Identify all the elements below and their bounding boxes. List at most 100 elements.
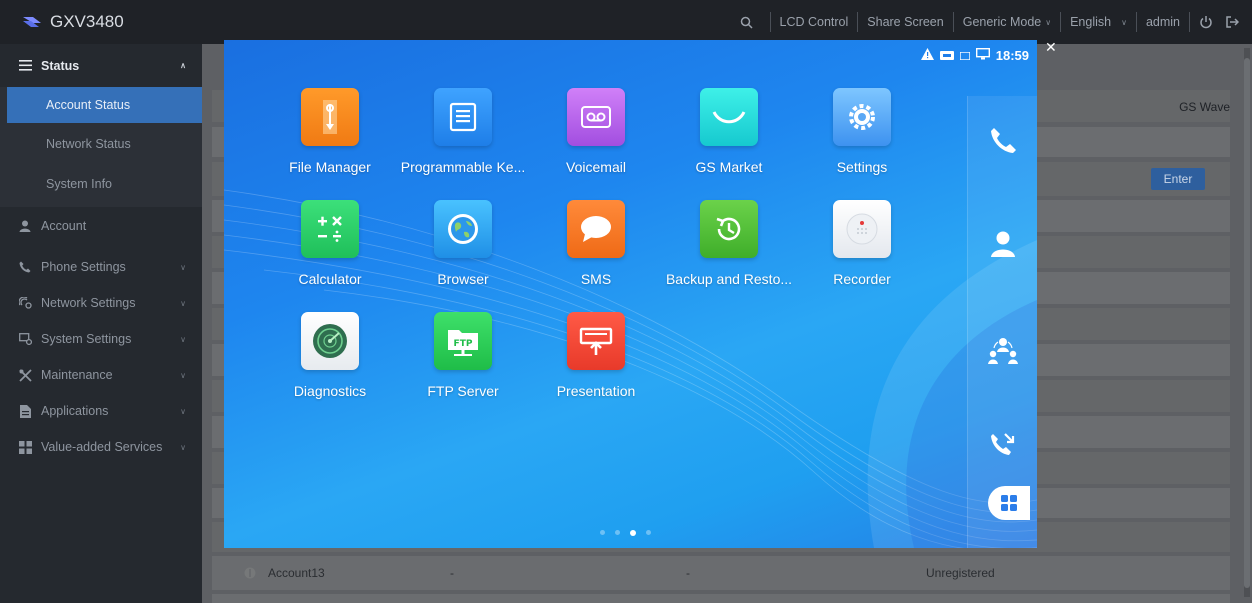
sidebar-item-status[interactable]: Status ∧ (0, 44, 202, 87)
app-recorder[interactable]: Recorder (787, 200, 937, 287)
logout-button[interactable] (1222, 15, 1242, 29)
divider (1189, 12, 1190, 32)
chevron-down-icon: ∨ (180, 262, 186, 272)
sidebar-item-label: Status (41, 58, 80, 73)
sidebar-item-maintenance[interactable]: Maintenance ∨ (0, 357, 202, 393)
page-dot[interactable] (646, 530, 651, 535)
sidebar-item-label: Applications (41, 404, 109, 418)
close-icon[interactable]: ✕ (1045, 40, 1057, 54)
sidebar-item-account-status[interactable]: Account Status (7, 87, 202, 123)
scrollbar-thumb[interactable] (1244, 58, 1250, 588)
system-settings-icon (17, 333, 33, 345)
app-voicemail[interactable]: Voicemail (521, 88, 671, 175)
sidebar: Status ∧ Account Status Network Status S… (0, 44, 202, 603)
monitor-icon (975, 47, 990, 63)
user-menu[interactable]: admin (1143, 15, 1183, 29)
enter-button[interactable]: Enter (1151, 168, 1205, 190)
sidebar-item-label: Phone Settings (41, 260, 126, 274)
app-programmable-keys[interactable]: Programmable Ke... (388, 88, 538, 175)
contacts-icon (991, 231, 1015, 257)
app-calculator[interactable]: Calculator (255, 200, 405, 287)
services-icon (17, 440, 33, 454)
app-name: GS Market (695, 159, 763, 175)
dock-contacts-button[interactable] (968, 230, 1037, 258)
sidebar-item-value-added-services[interactable]: Value-added Services ∨ (0, 429, 202, 465)
chevron-down-icon: ∨ (180, 334, 186, 344)
table-row (212, 594, 1230, 603)
account-status: Unregistered (926, 566, 995, 580)
app-settings[interactable]: Settings (787, 88, 937, 175)
presentation-icon (567, 312, 625, 370)
display-icon (959, 48, 971, 63)
chevron-up-icon: ∧ (180, 61, 186, 70)
lcd-control-link[interactable]: LCD Control (777, 15, 852, 29)
search-button[interactable] (737, 16, 756, 29)
app-ftp-server[interactable]: FTP FTP Server (388, 312, 538, 399)
sidebar-item-applications[interactable]: Applications ∨ (0, 393, 202, 429)
phone-call-icon (991, 128, 1016, 153)
page-indicator (600, 530, 651, 536)
page-dot[interactable] (600, 530, 605, 535)
ftp-badge-text: FTP (454, 339, 473, 349)
app-diagnostics[interactable]: Diagnostics (255, 312, 405, 399)
chevron-down-icon: ∨ (1045, 17, 1052, 27)
app-name: Backup and Resto... (665, 271, 793, 287)
app-drawer-button[interactable] (988, 486, 1030, 520)
app-name: Calculator (298, 271, 362, 287)
page-dot[interactable] (615, 530, 620, 535)
sidebar-item-label: System Settings (41, 332, 132, 346)
mode-dropdown[interactable]: Generic Mode ∨ (960, 15, 1054, 29)
app-name: Voicemail (566, 159, 626, 175)
screen-share-view[interactable]: 18:59 File Manager Programmable Ke... Vo… (224, 40, 1037, 548)
sidebar-item-phone-settings[interactable]: Phone Settings ∨ (0, 249, 202, 285)
scrollbar[interactable] (1244, 48, 1250, 597)
file-manager-icon (301, 88, 359, 146)
app-file-manager[interactable]: File Manager (255, 88, 405, 175)
app-name: Presentation (556, 383, 636, 399)
programmable-keys-icon (434, 88, 492, 146)
app-presentation[interactable]: Presentation (521, 312, 671, 399)
sidebar-item-network-settings[interactable]: Network Settings ∨ (0, 285, 202, 321)
recorder-icon (833, 200, 891, 258)
sidebar-item-system-info[interactable]: System Info (0, 166, 202, 202)
divider (1060, 12, 1062, 32)
sidebar-item-label: Value-added Services (41, 440, 163, 454)
sidebar-item-system-settings[interactable]: System Settings ∨ (0, 321, 202, 357)
chevron-down-icon: ∨ (180, 370, 186, 380)
power-button[interactable] (1196, 15, 1216, 29)
app-name: Settings (836, 159, 888, 175)
chevron-down-icon: ∨ (180, 406, 186, 416)
diagnostics-icon (301, 312, 359, 370)
search-icon (740, 16, 753, 29)
page-dot-active[interactable] (630, 530, 636, 536)
brand: GXV3480 (0, 12, 124, 32)
sidebar-item-label: Maintenance (41, 368, 113, 382)
sidebar-item-label: Account (41, 219, 87, 233)
app-gs-market[interactable]: GS Market (654, 88, 804, 175)
network-settings-icon (17, 297, 33, 309)
chevron-down-icon: ∨ (180, 298, 186, 308)
divider (1135, 12, 1137, 32)
app-backup-restore[interactable]: Backup and Resto... (654, 200, 804, 287)
share-screen-link[interactable]: Share Screen (864, 15, 946, 29)
app-browser[interactable]: Browser (388, 200, 538, 287)
person-icon (17, 220, 33, 232)
logout-icon (1226, 16, 1239, 28)
power-icon (1200, 16, 1212, 29)
ftp-server-icon: FTP (434, 312, 492, 370)
language-dropdown[interactable]: English ∨ (1067, 15, 1130, 29)
call-history-icon (991, 433, 1015, 455)
divider (857, 12, 859, 32)
app-name: Programmable Ke... (400, 159, 526, 175)
table-row: Account13 - - Unregistered (212, 556, 1230, 590)
account-icon (244, 566, 256, 583)
dock-phone-button[interactable] (968, 126, 1037, 154)
dock-conference-button[interactable] (968, 336, 1037, 366)
top-menu: LCD Control Share Screen Generic Mode ∨ … (737, 0, 1243, 44)
sidebar-item-network-status[interactable]: Network Status (0, 126, 202, 162)
dock-call-history-button[interactable] (968, 430, 1037, 458)
app-sms[interactable]: SMS (521, 200, 671, 287)
applications-icon (17, 404, 33, 418)
mode-label: Generic Mode (962, 15, 1042, 29)
sidebar-item-account[interactable]: Account (0, 208, 202, 244)
